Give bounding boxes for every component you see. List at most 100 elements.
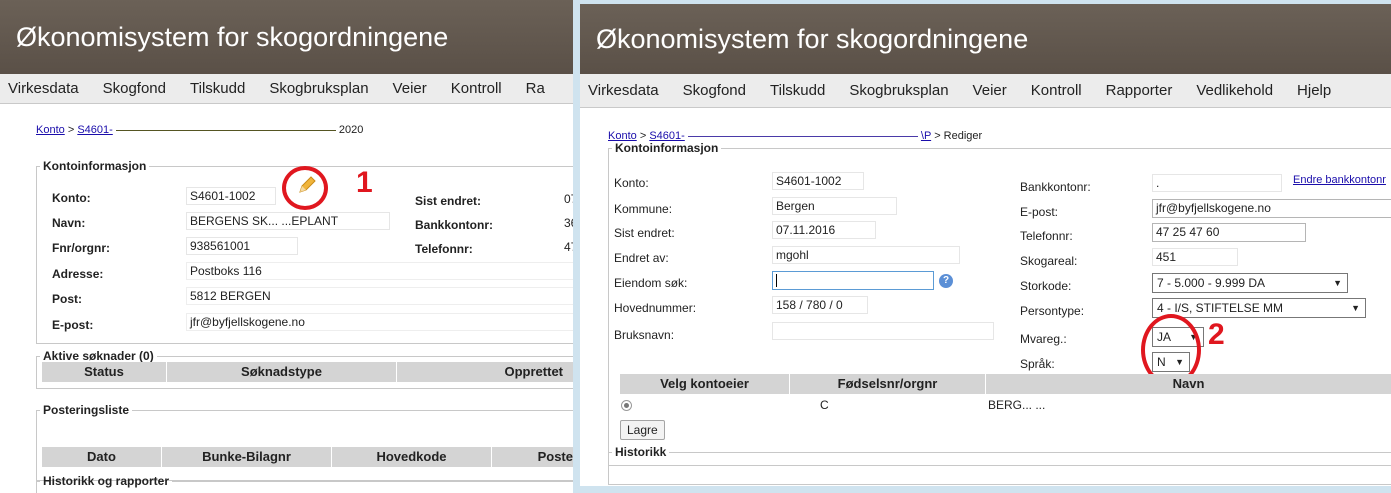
right-screenshot-panel: Økonomisystem for skogordningene Virkesd… bbox=[580, 4, 1391, 486]
eiendom-sok-label: Eiendom søk: bbox=[614, 276, 688, 290]
menu-virkesdata[interactable]: Virkesdata bbox=[580, 82, 671, 99]
menu-veier[interactable]: Veier bbox=[381, 80, 439, 97]
aktive-soknader-header: Status Søknadstype Opprettet bbox=[42, 362, 573, 382]
kontoeier-navn-value: BERG... ... bbox=[988, 398, 1046, 412]
telefonnr-label: Telefonnr: bbox=[1020, 229, 1073, 243]
menu-skogbruksplan[interactable]: Skogbruksplan bbox=[837, 82, 960, 99]
col-poste: Poste bbox=[537, 449, 573, 464]
main-menu: Virkesdata Skogfond Tilskudd Skogbrukspl… bbox=[0, 74, 573, 104]
search-help-icon[interactable]: ? bbox=[939, 274, 953, 288]
hovednummer-value: 158 / 780 / 0 bbox=[772, 296, 868, 314]
adresse-label: Adresse: bbox=[52, 267, 104, 281]
col-fodselsnr-orgnr: Fødselsnr/orgnr bbox=[790, 374, 986, 394]
kontoinformasjon-legend: Kontoinformasjon bbox=[615, 141, 719, 155]
pencil-icon[interactable] bbox=[294, 174, 318, 198]
skogareal-value: 451 bbox=[1152, 248, 1238, 266]
storkode-select[interactable]: 7 - 5.000 - 9.999 DA ▼ bbox=[1152, 273, 1348, 293]
col-soknadstype: Søknadstype bbox=[167, 362, 397, 382]
kontoeier-table-header: Velg kontoeier Fødselsnr/orgnr Navn bbox=[620, 374, 1391, 394]
menu-vedlikehold[interactable]: Vedlikehold bbox=[1184, 82, 1285, 99]
fnr-label: Fnr/orgnr: bbox=[52, 241, 110, 255]
epost-value: jfr@byfjellskogene.no bbox=[186, 313, 573, 331]
menu-skogfond[interactable]: Skogfond bbox=[671, 82, 758, 99]
sprak-label: Språk: bbox=[1020, 357, 1055, 371]
annotation-number-2: 2 bbox=[1208, 318, 1225, 351]
menu-tilskudd[interactable]: Tilskudd bbox=[758, 82, 837, 99]
sist-endret-label: Sist endret: bbox=[415, 194, 482, 208]
navn-value: BERGENS SK... ...EPLANT bbox=[186, 212, 390, 230]
aktive-soknader-legend: Aktive søknader (0) bbox=[43, 349, 154, 363]
main-menu: Virkesdata Skogfond Tilskudd Skogbrukspl… bbox=[580, 74, 1391, 108]
redacted-text bbox=[115, 129, 336, 131]
historikk-section: Historikk bbox=[608, 445, 1391, 485]
bruksnavn-label: Bruksnavn: bbox=[614, 328, 675, 342]
menu-kontroll[interactable]: Kontroll bbox=[439, 80, 514, 97]
posteringsliste-legend: Posteringsliste bbox=[43, 403, 130, 417]
historikk-legend: Historikk bbox=[615, 445, 667, 459]
bankkontonr-label: Bankkontonr: bbox=[1020, 180, 1091, 194]
menu-virkesdata[interactable]: Virkesdata bbox=[0, 80, 91, 97]
epost-input[interactable]: jfr@byfjellskogene.no bbox=[1152, 199, 1391, 218]
kontoeier-fnr-value: C bbox=[820, 398, 829, 412]
eiendom-sok-input[interactable] bbox=[772, 271, 934, 290]
menu-kontroll[interactable]: Kontroll bbox=[1019, 82, 1094, 99]
endret-av-label: Endret av: bbox=[614, 251, 669, 265]
epost-label: E-post: bbox=[52, 318, 94, 332]
left-screenshot-panel: Økonomisystem for skogordningene Virkesd… bbox=[0, 0, 573, 493]
bruksnavn-input[interactable] bbox=[772, 322, 994, 340]
col-navn: Navn bbox=[1172, 376, 1205, 391]
menu-veier[interactable]: Veier bbox=[961, 82, 1019, 99]
historikk-og-rapporter-section: Historikk og rapporter bbox=[36, 474, 573, 493]
endre-bankkontonr-link[interactable]: Endre bankkontonr bbox=[1293, 174, 1386, 186]
breadcrumb-separator: > bbox=[67, 124, 75, 136]
bankkontonr-label: Bankkontonr: bbox=[415, 218, 493, 232]
sist-endret-value: 07 bbox=[564, 192, 573, 206]
hovednummer-label: Hovednummer: bbox=[614, 301, 697, 315]
breadcrumb-konto-link[interactable]: Konto bbox=[36, 124, 65, 136]
menu-tilskudd[interactable]: Tilskudd bbox=[178, 80, 257, 97]
menu-skogbruksplan[interactable]: Skogbruksplan bbox=[257, 80, 380, 97]
konto-label: Konto: bbox=[52, 191, 91, 205]
historikk-og-rapporter-legend: Historikk og rapporter bbox=[43, 474, 170, 488]
storkode-selected-value: 7 - 5.000 - 9.999 DA bbox=[1157, 276, 1266, 290]
telefonnr-label: Telefonnr: bbox=[415, 242, 473, 256]
mvareg-label: Mvareg.: bbox=[1020, 332, 1067, 346]
menu-rapporter[interactable]: Rapporter bbox=[1094, 82, 1185, 99]
post-value: 5812 BERGEN bbox=[186, 287, 573, 305]
telefonnr-input[interactable]: 47 25 47 60 bbox=[1152, 223, 1306, 242]
annotation-number-1: 1 bbox=[356, 166, 373, 199]
persontype-selected-value: 4 - I/S, STIFTELSE MM bbox=[1157, 301, 1284, 315]
posteringsliste-header: Dato Bunke-Bilagnr Hovedkode Poste bbox=[42, 447, 573, 467]
breadcrumb-year: 2020 bbox=[338, 124, 364, 136]
konto-value: S4601-1002 bbox=[772, 172, 864, 190]
navn-label: Navn: bbox=[52, 216, 86, 230]
sist-endret-label: Sist endret: bbox=[614, 226, 675, 240]
kontoeier-radio[interactable] bbox=[621, 400, 632, 411]
konto-label: Konto: bbox=[614, 176, 649, 190]
skogareal-label: Skogareal: bbox=[1020, 254, 1078, 268]
col-opprettet: Opprettet bbox=[504, 364, 564, 379]
bankkontonr-value: . bbox=[1152, 174, 1282, 192]
redacted-text bbox=[687, 135, 918, 137]
fnr-value: 938561001 bbox=[186, 237, 298, 255]
col-hovedkode: Hovedkode bbox=[332, 447, 492, 467]
bankkontonr-value: 36 bbox=[564, 216, 573, 230]
kontoinformasjon-legend: Kontoinformasjon bbox=[43, 159, 147, 173]
posteringsliste-section: Posteringsliste bbox=[36, 403, 573, 481]
app-title: Økonomisystem for skogordningene bbox=[0, 0, 573, 74]
menu-rapporter-truncated[interactable]: Ra bbox=[514, 80, 557, 97]
dropdown-arrow-icon: ▼ bbox=[1351, 303, 1360, 313]
menu-hjelp[interactable]: Hjelp bbox=[1285, 82, 1343, 99]
epost-label: E-post: bbox=[1020, 205, 1059, 219]
kommune-label: Kommune: bbox=[614, 202, 673, 216]
dropdown-arrow-icon: ▼ bbox=[1333, 278, 1342, 288]
persontype-label: Persontype: bbox=[1020, 304, 1085, 318]
menu-skogfond[interactable]: Skogfond bbox=[91, 80, 178, 97]
sist-endret-value: 07.11.2016 bbox=[772, 221, 876, 239]
persontype-select[interactable]: 4 - I/S, STIFTELSE MM ▼ bbox=[1152, 298, 1366, 318]
telefonnr-value: 47 bbox=[564, 240, 573, 254]
lagre-button[interactable]: Lagre bbox=[620, 420, 665, 440]
breadcrumb: Konto > S4601- 2020 bbox=[36, 124, 363, 136]
kommune-value: Bergen bbox=[772, 197, 897, 215]
breadcrumb-account-link[interactable]: S4601- bbox=[77, 124, 112, 136]
